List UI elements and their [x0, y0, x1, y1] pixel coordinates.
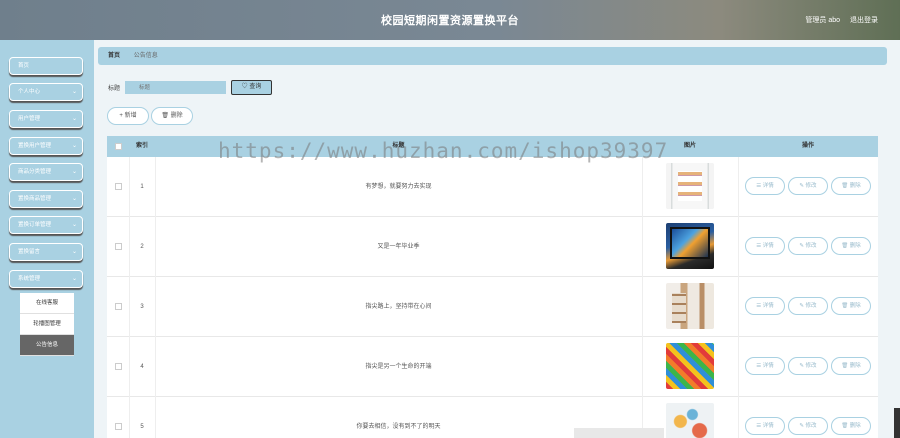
sidebar-item-swap-users[interactable]: 置换用户管理 ⌄ — [9, 137, 83, 155]
submenu-item-chat[interactable]: 在线客服 — [20, 293, 74, 314]
delete-button[interactable]: 🗑 删除 — [831, 357, 871, 375]
row-title: 指尖路上，坚持带在心间 — [365, 304, 432, 310]
sidebar-item-label: 置换订单管理 — [18, 222, 52, 228]
delete-button[interactable]: 🗑 删除 — [831, 177, 871, 195]
breadcrumb-home[interactable]: 首页 — [108, 53, 120, 59]
row-checkbox[interactable] — [115, 303, 122, 310]
batch-delete-button[interactable]: 🗑 删除 — [151, 107, 193, 125]
search-input[interactable] — [125, 81, 226, 94]
edit-button[interactable]: ✎ 修改 — [788, 177, 828, 195]
sidebar-item-label: 置换商品管理 — [18, 196, 52, 202]
row-checkbox[interactable] — [115, 363, 122, 370]
sidebar-item-messages[interactable]: 置换留言 ⌄ — [9, 243, 83, 261]
detail-button[interactable]: ☰ 详情 — [745, 297, 785, 315]
sidebar-item-goods[interactable]: 置换商品管理 ⌄ — [9, 190, 83, 208]
sidebar-item-users[interactable]: 用户管理 ⌄ — [9, 110, 83, 128]
detail-button[interactable]: ☰ 详情 — [745, 357, 785, 375]
detail-button[interactable]: ☰ 详情 — [745, 177, 785, 195]
sidebar-item-label: 个人中心 — [18, 89, 41, 95]
tv-image — [666, 223, 714, 269]
edit-button[interactable]: ✎ 修改 — [788, 237, 828, 255]
sidebar-item-label: 置换留言 — [18, 249, 41, 255]
system-submenu: 在线客服 轮播图管理 公告信息 — [20, 293, 74, 356]
delete-button[interactable]: 🗑 删除 — [831, 297, 871, 315]
toolbar-strip — [574, 428, 664, 438]
sidebar-item-system[interactable]: 系统管理 ⌄ — [9, 270, 83, 288]
table-row: 4 指尖是另一个生命的开端 ☰ 详情 ✎ 修改 🗑 删除 — [107, 337, 878, 397]
row-title: 指尖是另一个生命的开端 — [365, 364, 432, 370]
query-button[interactable]: ♡ 查询 — [231, 80, 272, 95]
edit-button[interactable]: ✎ 修改 — [788, 417, 828, 435]
row-index: 1 — [140, 184, 144, 190]
header-ops: 操作 — [801, 143, 814, 149]
header-index: 索引 — [135, 143, 148, 149]
sidebar-item-orders[interactable]: 置换订单管理 ⌄ — [9, 216, 83, 234]
edit-button[interactable]: ✎ 修改 — [788, 297, 828, 315]
table-row: 2 又是一年毕业季 ☰ 详情 ✎ 修改 🗑 删除 — [107, 217, 878, 277]
app-title: 校园短期闲置资源置换平台 — [381, 15, 519, 27]
row-title: 你要去相信，没有到不了的明天 — [356, 424, 441, 430]
submenu-item-carousel[interactable]: 轮播图管理 — [20, 314, 74, 335]
food-image — [666, 403, 714, 438]
sidebar-item-profile[interactable]: 个人中心 ⌄ — [9, 83, 83, 101]
chevron-down-icon: ⌄ — [71, 249, 77, 255]
sidebar-item-categories[interactable]: 商品分类管理 ⌄ — [9, 163, 83, 181]
row-index: 5 — [140, 424, 144, 430]
shelf-image — [666, 283, 714, 329]
sidebar-item-label: 首页 — [18, 63, 30, 69]
row-title: 有梦想，就要努力去实现 — [365, 184, 432, 190]
delete-button[interactable]: 🗑 删除 — [831, 237, 871, 255]
sidebar-item-home[interactable]: 首页 — [9, 57, 83, 75]
breadcrumb: 首页 公告信息 — [98, 47, 887, 65]
submenu-item-notices[interactable]: 公告信息 — [20, 335, 74, 356]
select-all-checkbox[interactable] — [115, 143, 122, 150]
detail-button[interactable]: ☰ 详情 — [745, 237, 785, 255]
chevron-down-icon: ⌄ — [71, 196, 77, 202]
sidebar-item-label: 系统管理 — [18, 276, 41, 282]
toys-image — [666, 343, 714, 389]
logout-link[interactable]: 退出登录 — [850, 15, 878, 25]
row-index: 2 — [140, 244, 144, 250]
chevron-down-icon: ⌄ — [71, 89, 77, 95]
sidebar-item-label: 置换用户管理 — [18, 143, 52, 149]
sidebar-item-label: 商品分类管理 — [18, 169, 52, 175]
current-user: 管理员 abo — [805, 17, 840, 24]
chevron-down-icon: ⌄ — [71, 169, 77, 175]
row-index: 3 — [140, 304, 144, 310]
edit-button[interactable]: ✎ 修改 — [788, 357, 828, 375]
table-row: 1 有梦想，就要努力去实现 ☰ 详情 ✎ 修改 🗑 删除 — [107, 157, 878, 217]
scrollbar[interactable] — [894, 408, 900, 438]
add-button[interactable]: + 新增 — [107, 107, 149, 125]
table-header: 索引 标题 图片 操作 — [107, 136, 878, 157]
sidebar: 首页 个人中心 ⌄ 用户管理 ⌄ 置换用户管理 ⌄ 商品分类管理 ⌄ 置换商品管理 ⌄ 置… — [0, 40, 94, 438]
row-index: 4 — [140, 364, 144, 370]
header-image: 图片 — [683, 143, 696, 149]
breadcrumb-current: 公告信息 — [133, 53, 158, 59]
chevron-down-icon: ⌄ — [71, 116, 77, 122]
row-title: 又是一年毕业季 — [377, 244, 420, 250]
chevron-down-icon: ⌄ — [71, 143, 77, 149]
row-checkbox[interactable] — [115, 183, 122, 190]
chevron-down-icon: ⌄ — [71, 222, 77, 228]
delete-button[interactable]: 🗑 删除 — [831, 417, 871, 435]
detail-button[interactable]: ☰ 详情 — [745, 417, 785, 435]
row-checkbox[interactable] — [115, 243, 122, 250]
table-row: 3 指尖路上，坚持带在心间 ☰ 详情 ✎ 修改 🗑 删除 — [107, 277, 878, 337]
header-title: 标题 — [392, 143, 405, 149]
table-row: 5 你要去相信，没有到不了的明天 ☰ 详情 ✎ 修改 🗑 删除 — [107, 397, 878, 438]
fridge-image — [666, 163, 714, 209]
chevron-down-icon: ⌄ — [71, 276, 77, 282]
sidebar-item-label: 用户管理 — [18, 116, 41, 122]
top-header: 校园短期闲置资源置换平台 管理员 abo 退出登录 — [0, 0, 900, 40]
row-checkbox[interactable] — [115, 423, 122, 430]
search-label: 标题 — [108, 86, 121, 92]
